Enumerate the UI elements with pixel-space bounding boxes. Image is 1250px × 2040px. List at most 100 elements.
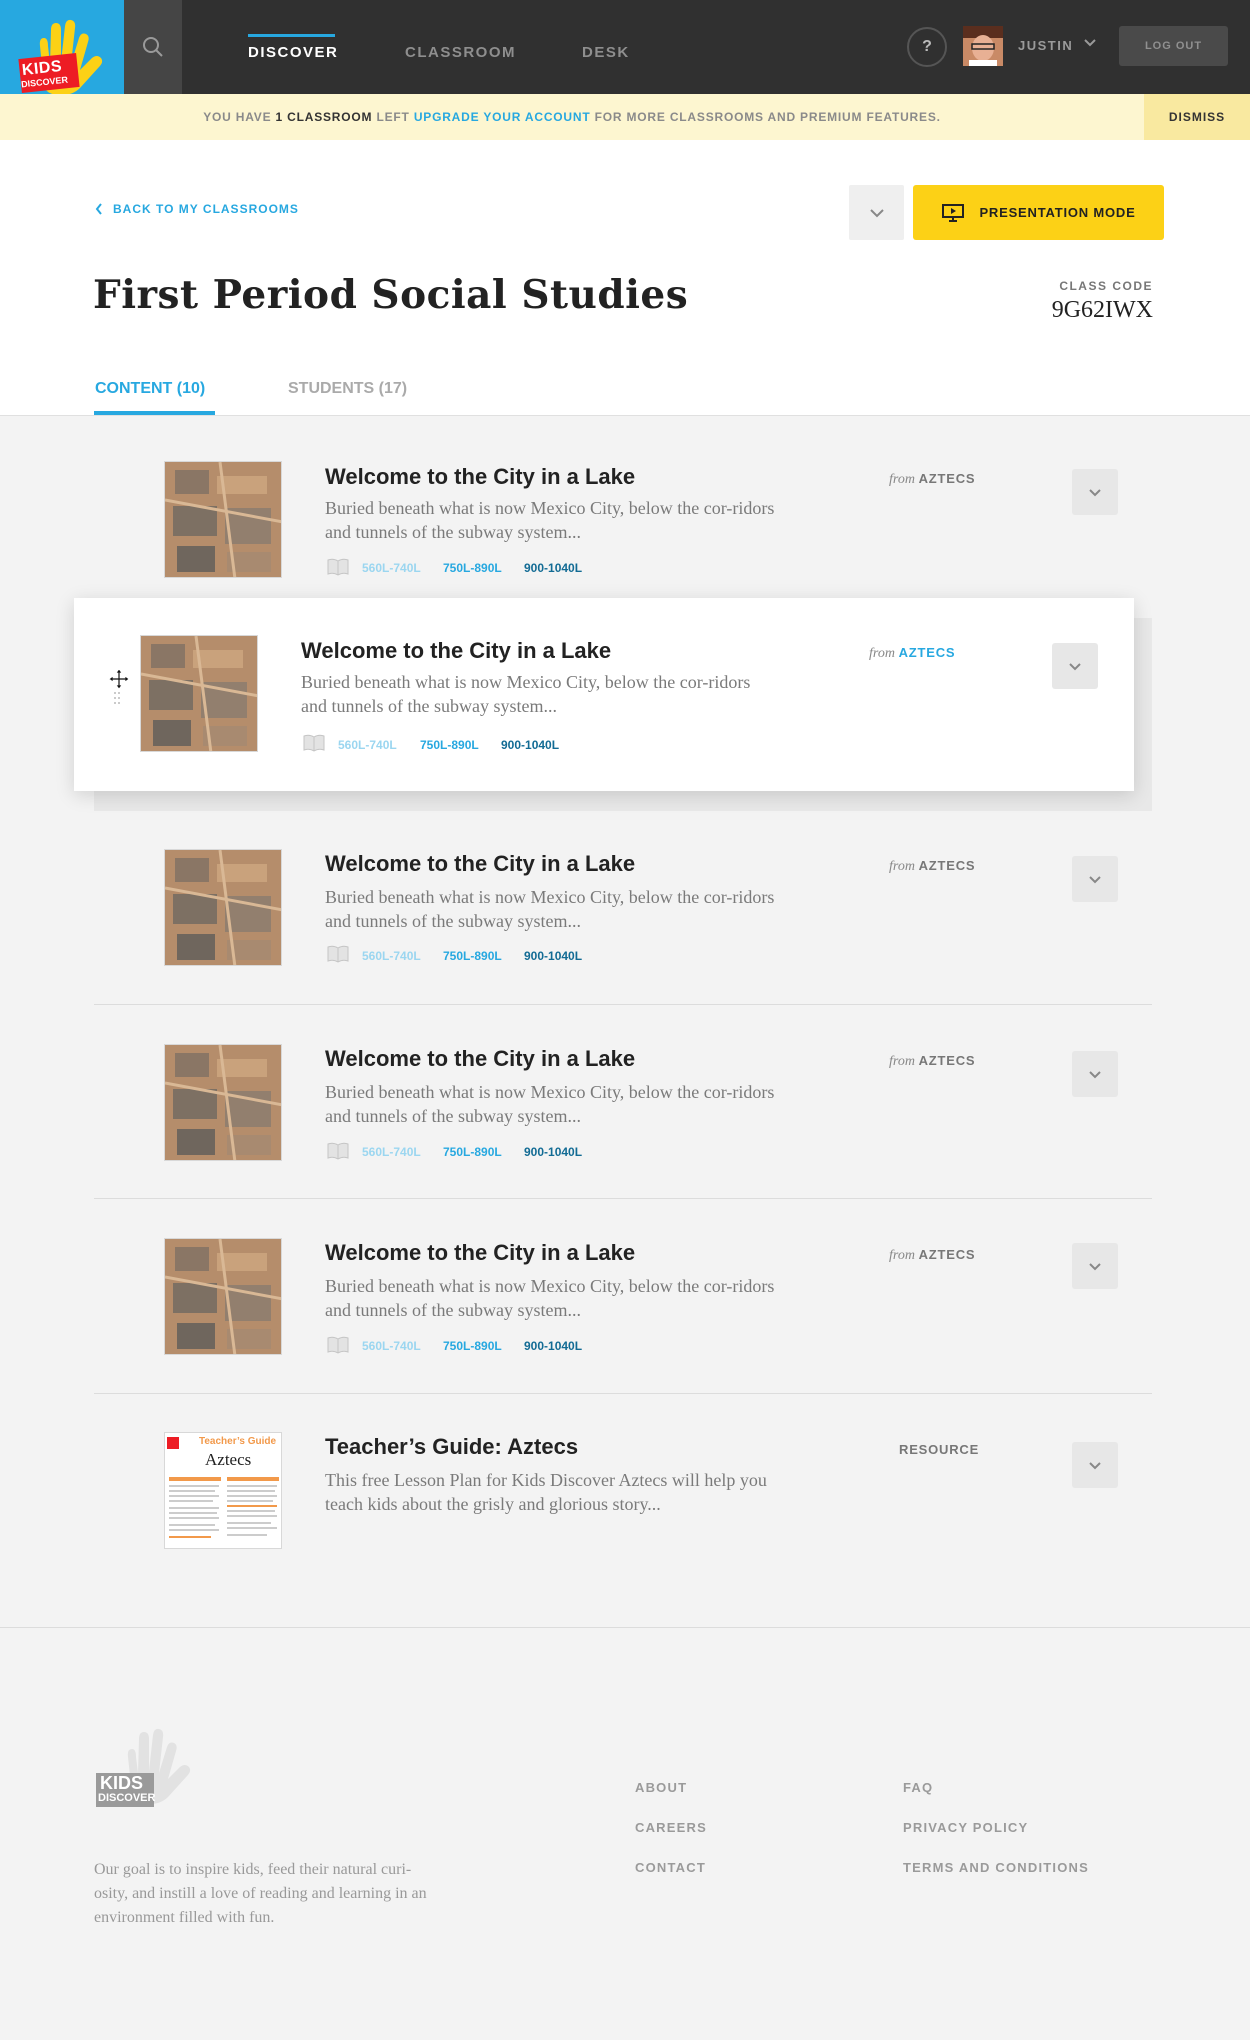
item-dropdown-button[interactable] bbox=[1072, 469, 1118, 515]
mission-statement: Our goal is to inspire kids, feed their … bbox=[94, 1861, 427, 1926]
guide-description: This free Lesson Plan for Kids Discover … bbox=[325, 1470, 767, 1514]
source-name[interactable]: AZTECS bbox=[899, 645, 956, 660]
lexile-level-high[interactable]: 900-1040L bbox=[524, 949, 582, 963]
source-name[interactable]: AZTECS bbox=[919, 858, 976, 873]
active-nav-indicator bbox=[248, 34, 335, 37]
article-thumbnail bbox=[164, 849, 282, 966]
nav-discover[interactable]: DISCOVER bbox=[248, 44, 338, 61]
article-title[interactable]: Welcome to the City in a Lake bbox=[325, 1240, 635, 1266]
search-icon bbox=[143, 37, 163, 57]
article-description: Buried beneath what is now Mexico City, … bbox=[325, 887, 775, 931]
back-link[interactable]: BACK TO MY CLASSROOMS bbox=[95, 202, 299, 216]
resource-type: RESOURCE bbox=[899, 1442, 980, 1457]
dismiss-button[interactable]: DISMISS bbox=[1144, 94, 1250, 140]
article-description: Buried beneath what is now Mexico City, … bbox=[325, 1082, 775, 1126]
article-description: Buried beneath what is now Mexico City, … bbox=[325, 498, 775, 542]
list-item[interactable]: Welcome to the City in a Lake Buried ben… bbox=[94, 811, 1152, 1005]
list-item[interactable]: Teacher’s Guide Aztecs Teacher’s Guide: … bbox=[94, 1394, 1152, 1594]
lexile-level-low[interactable]: 560L-740L bbox=[362, 949, 421, 963]
options-dropdown-button[interactable] bbox=[849, 185, 904, 240]
article-description: Buried beneath what is now Mexico City, … bbox=[325, 1276, 775, 1320]
upgrade-link[interactable]: UPGRADE YOUR ACCOUNT bbox=[414, 110, 591, 124]
lexile-level-mid[interactable]: 750L-890L bbox=[443, 1339, 502, 1353]
lexile-level-high[interactable]: 900-1040L bbox=[524, 1145, 582, 1159]
lexile-level-high[interactable]: 900-1040L bbox=[501, 738, 559, 752]
lexile-level-mid[interactable]: 750L-890L bbox=[443, 561, 502, 575]
banner-count: 1 CLASSROOM bbox=[275, 110, 373, 124]
logout-button[interactable]: LOG OUT bbox=[1119, 26, 1228, 66]
list-item[interactable]: Welcome to the City in a Lake Buried ben… bbox=[94, 416, 1152, 599]
page-title: First Period Social Studies bbox=[93, 272, 689, 318]
article-source: from AZTECS bbox=[869, 645, 955, 662]
banner-message: YOU HAVE 1 CLASSROOM LEFT UPGRADE YOUR A… bbox=[0, 110, 1144, 124]
article-source: from AZTECS bbox=[889, 858, 975, 875]
banner-text-post: FOR MORE CLASSROOMS AND PREMIUM FEATURES… bbox=[590, 110, 941, 124]
footer-link-privacy[interactable]: PRIVACY POLICY bbox=[903, 1820, 1028, 1835]
username[interactable]: JUSTIN bbox=[1018, 38, 1073, 53]
help-button[interactable]: ? bbox=[907, 27, 947, 67]
item-dropdown-button[interactable] bbox=[1072, 856, 1118, 902]
article-title[interactable]: Welcome to the City in a Lake bbox=[325, 1046, 635, 1072]
chevron-down-icon bbox=[1089, 875, 1101, 883]
source-name[interactable]: AZTECS bbox=[919, 1053, 976, 1068]
list-item[interactable]: Welcome to the City in a Lake Buried ben… bbox=[94, 1005, 1152, 1199]
article-source: from AZTECS bbox=[889, 1053, 975, 1070]
book-icon bbox=[327, 1336, 349, 1354]
footer-link-contact[interactable]: CONTACT bbox=[635, 1860, 706, 1875]
source-name[interactable]: AZTECS bbox=[919, 471, 976, 486]
tab-students[interactable]: STUDENTS (17) bbox=[288, 380, 407, 398]
article-description: Buried beneath what is now Mexico City, … bbox=[301, 672, 751, 716]
article-thumbnail bbox=[164, 461, 282, 578]
move-cursor-icon bbox=[108, 668, 130, 690]
source-prefix: from bbox=[889, 1054, 915, 1069]
search-button[interactable] bbox=[124, 0, 182, 94]
presentation-mode-label: PRESENTATION MODE bbox=[979, 205, 1136, 220]
top-nav: DISCOVER CLASSROOM DESK ? JUSTIN LOG OUT bbox=[0, 0, 1250, 94]
source-prefix: from bbox=[889, 1248, 915, 1263]
article-thumbnail bbox=[140, 635, 258, 752]
article-thumbnail bbox=[164, 1238, 282, 1355]
item-dropdown-button[interactable] bbox=[1072, 1051, 1118, 1097]
active-tab-indicator bbox=[94, 411, 215, 415]
footer-logo-discover: DISCOVER bbox=[98, 1792, 156, 1804]
list-item-dragging[interactable]: Welcome to the City in a Lake Buried ben… bbox=[74, 598, 1134, 791]
chevron-down-icon[interactable] bbox=[1083, 38, 1097, 48]
avatar[interactable] bbox=[963, 26, 1003, 66]
classroom-header: BACK TO MY CLASSROOMS PRESENTATION MODE … bbox=[0, 140, 1250, 416]
article-title[interactable]: Welcome to the City in a Lake bbox=[301, 638, 611, 664]
nav-classroom[interactable]: CLASSROOM bbox=[405, 44, 516, 61]
item-dropdown-button[interactable] bbox=[1072, 1442, 1118, 1488]
lexile-level-low[interactable]: 560L-740L bbox=[362, 1145, 421, 1159]
article-thumbnail bbox=[164, 1044, 282, 1161]
lexile-level-mid[interactable]: 750L-890L bbox=[420, 738, 479, 752]
source-name[interactable]: AZTECS bbox=[919, 1247, 976, 1262]
lexile-level-mid[interactable]: 750L-890L bbox=[443, 1145, 502, 1159]
book-icon bbox=[303, 734, 325, 752]
item-dropdown-button[interactable] bbox=[1052, 643, 1098, 689]
article-title[interactable]: Welcome to the City in a Lake bbox=[325, 851, 635, 877]
footer-logo-kids: KIDS bbox=[100, 1773, 144, 1793]
lexile-level-high[interactable]: 900-1040L bbox=[524, 1339, 582, 1353]
lexile-level-low[interactable]: 560L-740L bbox=[362, 1339, 421, 1353]
footer-link-terms[interactable]: TERMS AND CONDITIONS bbox=[903, 1860, 1089, 1875]
chevron-down-icon bbox=[1069, 662, 1081, 670]
item-dropdown-button[interactable] bbox=[1072, 1243, 1118, 1289]
lexile-level-low[interactable]: 560L-740L bbox=[362, 561, 421, 575]
footer-link-about[interactable]: ABOUT bbox=[635, 1780, 687, 1795]
nav-desk[interactable]: DESK bbox=[582, 44, 630, 61]
lexile-level-low[interactable]: 560L-740L bbox=[338, 738, 397, 752]
chevron-down-icon bbox=[1089, 488, 1101, 496]
article-title[interactable]: Welcome to the City in a Lake bbox=[325, 464, 635, 490]
drag-handle-icon[interactable] bbox=[113, 691, 121, 705]
footer-logo[interactable]: KIDS DISCOVER bbox=[94, 1725, 204, 1820]
lexile-level-mid[interactable]: 750L-890L bbox=[443, 949, 502, 963]
lexile-level-high[interactable]: 900-1040L bbox=[524, 561, 582, 575]
footer-link-careers[interactable]: CAREERS bbox=[635, 1820, 707, 1835]
footer-link-faq[interactable]: FAQ bbox=[903, 1780, 933, 1795]
presentation-mode-button[interactable]: PRESENTATION MODE bbox=[913, 185, 1164, 240]
list-item[interactable]: Welcome to the City in a Lake Buried ben… bbox=[94, 1199, 1152, 1394]
tab-content[interactable]: CONTENT (10) bbox=[95, 380, 205, 398]
source-prefix: from bbox=[889, 859, 915, 874]
banner-text-mid: LEFT bbox=[372, 110, 414, 124]
guide-title[interactable]: Teacher’s Guide: Aztecs bbox=[325, 1434, 578, 1460]
